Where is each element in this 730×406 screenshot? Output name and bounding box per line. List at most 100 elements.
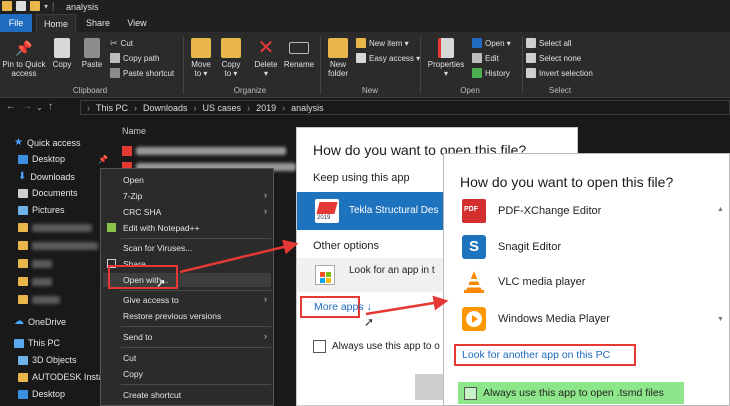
easy-access-icon — [356, 53, 366, 63]
menu-item-restore-versions[interactable]: Restore previous versions — [123, 311, 221, 321]
copy-icon — [54, 38, 70, 58]
open-button[interactable]: Open ▾ — [472, 38, 511, 48]
star-icon: ★ — [14, 137, 23, 148]
download-arrow-icon: ⬇ — [18, 171, 27, 182]
nav-this-pc[interactable]: This PC — [14, 338, 60, 348]
menu-item-send-to[interactable]: Send to — [123, 332, 152, 342]
nav-quick-access[interactable]: ★ Quick access — [14, 137, 81, 148]
mouse-pointer-icon: ➚ — [364, 315, 375, 329]
chevron-down-icon[interactable]: ▾ — [44, 2, 48, 11]
breadcrumb-downloads[interactable]: Downloads — [143, 103, 188, 113]
tab-view[interactable]: View — [120, 14, 154, 32]
column-header-name[interactable]: Name — [122, 126, 146, 136]
select-none-button[interactable]: Select none — [526, 53, 581, 63]
nav-documents[interactable]: Documents — [18, 188, 78, 198]
app-option-pdf-xchange[interactable]: PDF PDF-XChange Editor — [462, 199, 601, 223]
nav-blurred-item[interactable] — [18, 295, 60, 304]
scroll-down-icon[interactable]: ▼ — [717, 316, 724, 323]
always-use-checkbox[interactable] — [313, 340, 326, 353]
move-to-icon — [191, 38, 211, 58]
ribbon-tabs: File Home Share View — [0, 14, 730, 32]
back-arrow-icon[interactable]: ← — [6, 101, 16, 112]
menu-item-7zip[interactable]: 7-Zip — [123, 191, 142, 201]
scrollbar[interactable]: ▲ ▼ — [717, 206, 724, 396]
app-option-windows-media-player[interactable]: Windows Media Player — [462, 307, 610, 331]
app-option-vlc[interactable]: VLC media player — [462, 270, 585, 294]
vlc-icon — [462, 270, 486, 294]
always-use-checkbox[interactable] — [464, 386, 477, 400]
rename-button[interactable]: Rename — [282, 38, 316, 69]
up-arrow-icon[interactable]: ↑ — [48, 101, 53, 112]
tab-home[interactable]: Home — [36, 14, 76, 32]
scroll-up-icon[interactable]: ▲ — [717, 206, 724, 213]
breadcrumb-us-cases[interactable]: US cases — [203, 103, 242, 113]
cloud-icon: ☁ — [14, 316, 24, 327]
copy-to-button[interactable]: Copy to ▾ — [218, 38, 244, 78]
menu-item-open[interactable]: Open — [123, 175, 144, 185]
nav-autodesk-install[interactable]: AUTODESK Install — [18, 372, 107, 382]
folder-icon — [18, 372, 28, 382]
paste-button[interactable]: Paste — [78, 38, 106, 69]
cut-button[interactable]: ✂ Cut — [110, 38, 133, 49]
paste-shortcut-button[interactable]: Paste shortcut — [110, 68, 174, 78]
nav-blurred-item[interactable] — [18, 259, 52, 268]
chevron-right-icon: › — [264, 294, 267, 304]
easy-access-button[interactable]: Easy access ▾ — [356, 53, 420, 63]
redacted-label — [32, 295, 60, 304]
properties-icon[interactable] — [16, 1, 26, 11]
chevron-right-icon: › — [87, 102, 90, 113]
new-folder-button[interactable]: New folder — [324, 38, 352, 78]
more-apps-link[interactable]: More apps ↓ — [300, 296, 372, 318]
menu-item-copy[interactable]: Copy — [123, 369, 143, 379]
ribbon-divider — [522, 36, 523, 94]
copy-path-button[interactable]: Copy path — [110, 53, 159, 63]
always-use-checkbox-row[interactable]: Always use this app to o — [313, 340, 440, 353]
tab-share[interactable]: Share — [80, 14, 116, 32]
breadcrumb-this-pc[interactable]: This PC — [96, 103, 128, 113]
app-option-snagit[interactable]: S Snagit Editor — [462, 235, 561, 259]
menu-item-create-shortcut[interactable]: Create shortcut — [123, 390, 181, 400]
other-options-heading: Other options — [313, 240, 380, 252]
group-label-organize: Organize — [233, 86, 267, 95]
menu-item-give-access[interactable]: Give access to — [123, 295, 179, 305]
dialog-title: How do you want to open this file? — [460, 174, 674, 190]
new-item-button[interactable]: New item ▾ — [356, 38, 409, 48]
menu-item-scan-viruses[interactable]: Scan for Viruses... — [123, 243, 192, 253]
edit-button[interactable]: Edit — [472, 53, 499, 63]
nav-downloads[interactable]: ⬇ Downloads — [18, 171, 75, 182]
menu-item-crc-sha[interactable]: CRC SHA — [123, 207, 161, 217]
forward-arrow-icon[interactable]: → — [22, 101, 32, 112]
windows-media-player-icon — [462, 307, 486, 331]
properties-button[interactable]: Properties ▾ — [424, 38, 468, 78]
look-for-another-app-link[interactable]: Look for another app on this PC — [454, 344, 636, 366]
nav-blurred-item[interactable] — [18, 277, 52, 286]
always-use-checkbox-row[interactable]: Always use this app to open .tsmd files — [458, 382, 684, 404]
ribbon-divider — [183, 36, 184, 94]
nav-pictures[interactable]: Pictures — [18, 205, 65, 215]
recent-chevron-icon[interactable]: ⌄ — [36, 103, 43, 112]
rename-icon — [289, 42, 309, 54]
nav-desktop[interactable]: Desktop — [18, 154, 65, 164]
file-row[interactable] — [122, 146, 286, 156]
folder-icon — [18, 223, 28, 232]
nav-3d-objects[interactable]: 3D Objects — [18, 355, 77, 365]
redacted-label — [32, 277, 52, 286]
menu-item-edit-notepad[interactable]: Edit with Notepad++ — [123, 223, 200, 233]
nav-blurred-item[interactable] — [18, 223, 92, 232]
pin-to-quick-access-button[interactable]: 📌 Pin to Quick access — [2, 38, 46, 78]
select-all-button[interactable]: Select all — [526, 38, 571, 48]
invert-selection-button[interactable]: Invert selection — [526, 68, 593, 78]
delete-button[interactable]: ✕ Delete ▾ — [252, 38, 280, 78]
breadcrumb[interactable]: › This PC › Downloads › US cases › 2019 … — [80, 100, 730, 115]
menu-item-cut[interactable]: Cut — [123, 353, 136, 363]
nav-desktop-pc[interactable]: Desktop — [18, 389, 65, 399]
history-button[interactable]: History — [472, 68, 510, 78]
nav-onedrive[interactable]: ☁ OneDrive — [14, 316, 66, 327]
move-to-button[interactable]: Move to ▾ — [188, 38, 214, 78]
breadcrumb-2019[interactable]: 2019 — [256, 103, 276, 113]
nav-blurred-item[interactable] — [18, 241, 98, 250]
copy-button[interactable]: Copy — [50, 38, 74, 69]
tab-file[interactable]: File — [0, 14, 32, 32]
breadcrumb-analysis[interactable]: analysis — [291, 103, 324, 113]
new-folder-icon[interactable] — [30, 1, 40, 11]
